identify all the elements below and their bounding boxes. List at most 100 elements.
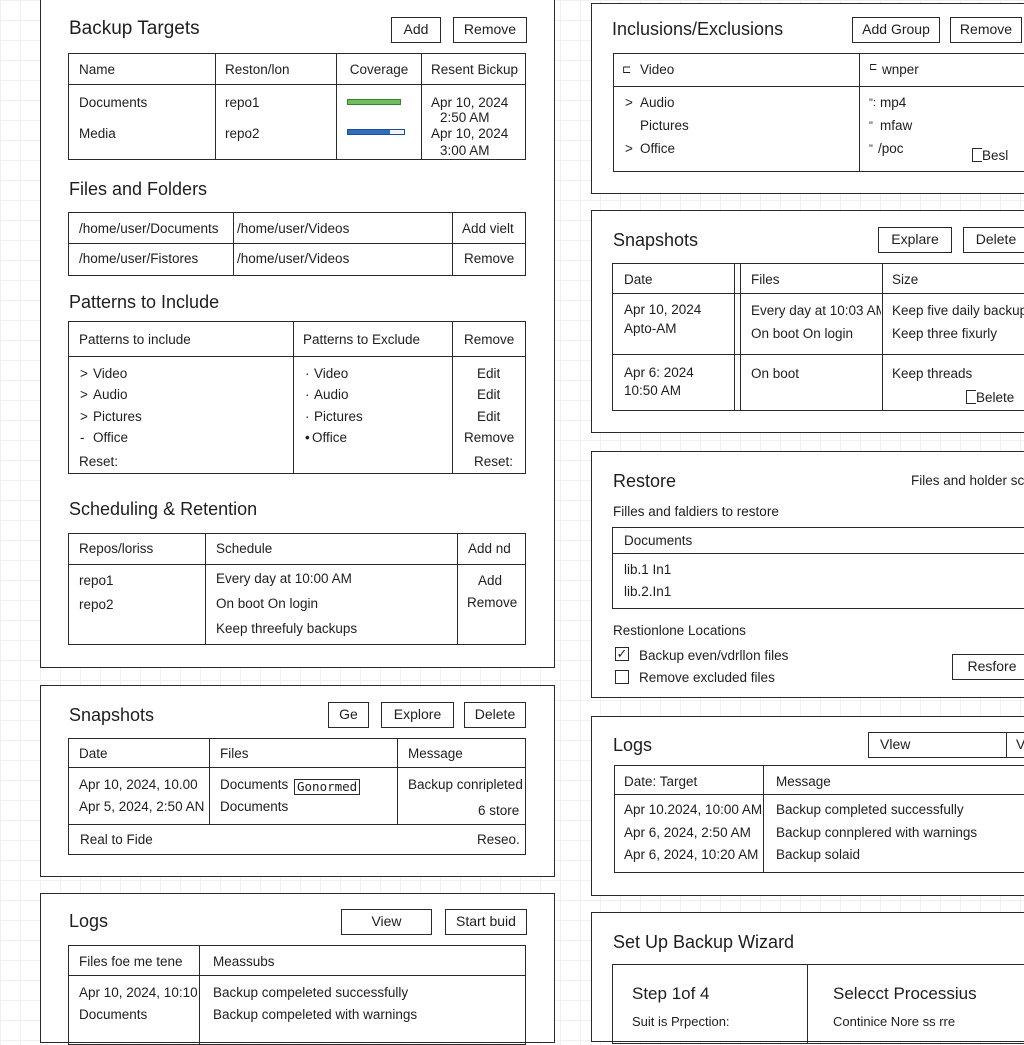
- view-logs-button-right[interactable]: Vlew: [868, 732, 1008, 758]
- add-schedule-button[interactable]: Add: [478, 573, 502, 589]
- reset-button[interactable]: Reseo.: [477, 832, 520, 848]
- tree-item[interactable]: Office: [640, 141, 675, 157]
- snapshot-right-date[interactable]: Apr 6: 2024: [624, 365, 694, 381]
- file-row-1-path-2[interactable]: /home/user/Videos: [237, 221, 349, 237]
- file-row-1-path[interactable]: /home/user/Documents: [79, 221, 219, 237]
- col-schedule[interactable]: Schedule: [216, 541, 272, 557]
- log-right-message: Backup connplered with warnings: [776, 825, 978, 840]
- restore-list-head[interactable]: Documents: [624, 533, 692, 549]
- col-message-right[interactable]: Message: [776, 774, 831, 790]
- col-messages[interactable]: Meassubs: [213, 954, 275, 970]
- view-logs-button[interactable]: View: [341, 909, 432, 935]
- include-item[interactable]: Audio: [93, 387, 128, 403]
- col-date[interactable]: Date: [79, 746, 108, 762]
- extra-view-button[interactable]: V: [1006, 732, 1024, 758]
- tree-item[interactable]: Audio: [640, 95, 675, 111]
- col-recent-backup[interactable]: Resent Bickup: [431, 62, 523, 78]
- snapshot-right-date[interactable]: Apr 10, 2024: [624, 302, 701, 318]
- edit-pattern-button[interactable]: Edit: [477, 387, 500, 403]
- wizard-select[interactable]: Selecct Processius: [833, 984, 977, 1004]
- snapshot-files[interactable]: Documents: [220, 777, 288, 793]
- snapshot-date[interactable]: Apr 5, 2024, 2:50 AN: [79, 799, 207, 815]
- backup-even-checkbox[interactable]: ✓: [615, 647, 629, 661]
- delete-snapshot-button[interactable]: Delete: [464, 702, 526, 728]
- exclude-item[interactable]: Office: [312, 430, 347, 446]
- snapshot-date[interactable]: Apr 10, 2024, 10.00: [79, 777, 207, 793]
- remove-group-button[interactable]: Remove: [950, 17, 1022, 43]
- file-row-2-path[interactable]: /home/user/Fistores: [79, 251, 198, 267]
- delete-snapshot-button-right[interactable]: Delete: [963, 227, 1024, 253]
- remove-file-button[interactable]: Remove: [464, 251, 514, 267]
- include-item[interactable]: Pictures: [93, 409, 142, 425]
- col-repos[interactable]: Repos/loriss: [79, 541, 153, 557]
- col-files[interactable]: Files: [220, 746, 249, 762]
- ext-mark: ": [869, 120, 873, 132]
- col-date-right[interactable]: Date: [624, 272, 653, 288]
- snapshot-right-date2[interactable]: Apto-AM: [624, 321, 677, 337]
- remove-schedule-button[interactable]: Remove: [467, 595, 517, 611]
- real-to-fide-link[interactable]: Real to Fide: [80, 832, 153, 848]
- exclude-item[interactable]: Pictures: [314, 409, 363, 425]
- remove-target-button[interactable]: Remove: [453, 17, 527, 43]
- col-location[interactable]: Reston/lon: [225, 62, 290, 78]
- exclude-item[interactable]: Audio: [314, 387, 349, 403]
- include-item[interactable]: Video: [93, 366, 127, 382]
- add-target-button[interactable]: Add: [391, 17, 441, 43]
- restore-right-hint: Files and holder sc: [911, 473, 1024, 488]
- col-files-time[interactable]: Files foe me tene: [79, 954, 183, 970]
- schedule-entry[interactable]: Every day at 10:00 AM: [216, 571, 352, 587]
- add-group-button[interactable]: Add Group: [852, 17, 940, 43]
- restore-item[interactable]: lib.2.In1: [624, 584, 671, 600]
- add-file-button[interactable]: Add vielt: [462, 221, 520, 237]
- best-button[interactable]: Besl: [972, 148, 1008, 164]
- tree-item[interactable]: Pictures: [640, 118, 689, 134]
- restore-item[interactable]: lib.1 In1: [624, 562, 671, 578]
- remove-pattern-button[interactable]: Remove: [464, 430, 514, 446]
- include-item[interactable]: Office: [93, 430, 128, 446]
- exclude-item[interactable]: Video: [314, 366, 348, 382]
- schedule-repo[interactable]: repo2: [79, 597, 114, 613]
- edit-pattern-button[interactable]: Edit: [477, 409, 500, 425]
- ext-item[interactable]: mp4: [880, 95, 906, 111]
- restore-button[interactable]: Resfore: [952, 654, 1024, 680]
- start-build-button[interactable]: Start buid: [445, 909, 527, 935]
- file-row-2-path-2[interactable]: /home/user/Videos: [237, 251, 349, 267]
- log-entry-time: Apr 10, 2024, 10:10: [79, 985, 197, 1000]
- ext-item[interactable]: /poc: [878, 141, 904, 157]
- col-coverage[interactable]: Coverage: [337, 62, 421, 78]
- col-size-right[interactable]: Size: [892, 272, 918, 288]
- reset-exclude-button[interactable]: Reset:: [474, 454, 513, 470]
- include-mark: >: [80, 366, 88, 381]
- ext-item[interactable]: mfaw: [880, 118, 912, 134]
- col-add[interactable]: Add nd: [468, 541, 522, 557]
- target-row-1-name[interactable]: Documents: [79, 95, 147, 111]
- col-remove[interactable]: Remove: [464, 332, 514, 348]
- col-files-right[interactable]: Files: [751, 272, 780, 288]
- col-message[interactable]: Message: [408, 746, 463, 762]
- col-include[interactable]: Patterns to include: [79, 332, 191, 348]
- log-entry-message: Backup compeleted successfully: [213, 985, 409, 1000]
- reset-include-button[interactable]: Reset:: [79, 454, 118, 470]
- ge-button[interactable]: Ge: [328, 702, 369, 728]
- edit-pattern-button[interactable]: Edit: [477, 366, 500, 382]
- schedule-repo[interactable]: repo1: [79, 573, 114, 589]
- inclusions-head-right[interactable]: wnper: [882, 62, 919, 78]
- schedule-entry[interactable]: Keep threefuly backups: [216, 621, 357, 637]
- include-mark: >: [80, 387, 88, 402]
- remove-excluded-checkbox[interactable]: [615, 670, 629, 684]
- snapshot-right-date2[interactable]: 10:50 AM: [624, 383, 681, 399]
- col-name[interactable]: Name: [79, 62, 115, 78]
- col-exclude[interactable]: Patterns to Exclude: [303, 332, 420, 348]
- wizard-select-sub[interactable]: Continice Nore ss rre: [833, 1014, 955, 1030]
- exclude-mark: ·: [305, 387, 310, 402]
- col-date-target[interactable]: Date: Target: [624, 774, 697, 790]
- remove-excluded-label: Remove excluded files: [639, 670, 775, 685]
- explore-snapshot-button[interactable]: Explare: [878, 227, 952, 253]
- inclusions-head-left[interactable]: Video: [640, 62, 674, 78]
- target-row-2-name[interactable]: Media: [79, 126, 116, 142]
- snapshot-files[interactable]: Documents: [220, 799, 288, 815]
- patterns-title: Patterns to Include: [69, 292, 220, 312]
- schedule-entry[interactable]: On boot On login: [216, 596, 318, 612]
- delete-row-button[interactable]: Belete: [966, 390, 1014, 406]
- explore-button[interactable]: Explore: [381, 702, 454, 728]
